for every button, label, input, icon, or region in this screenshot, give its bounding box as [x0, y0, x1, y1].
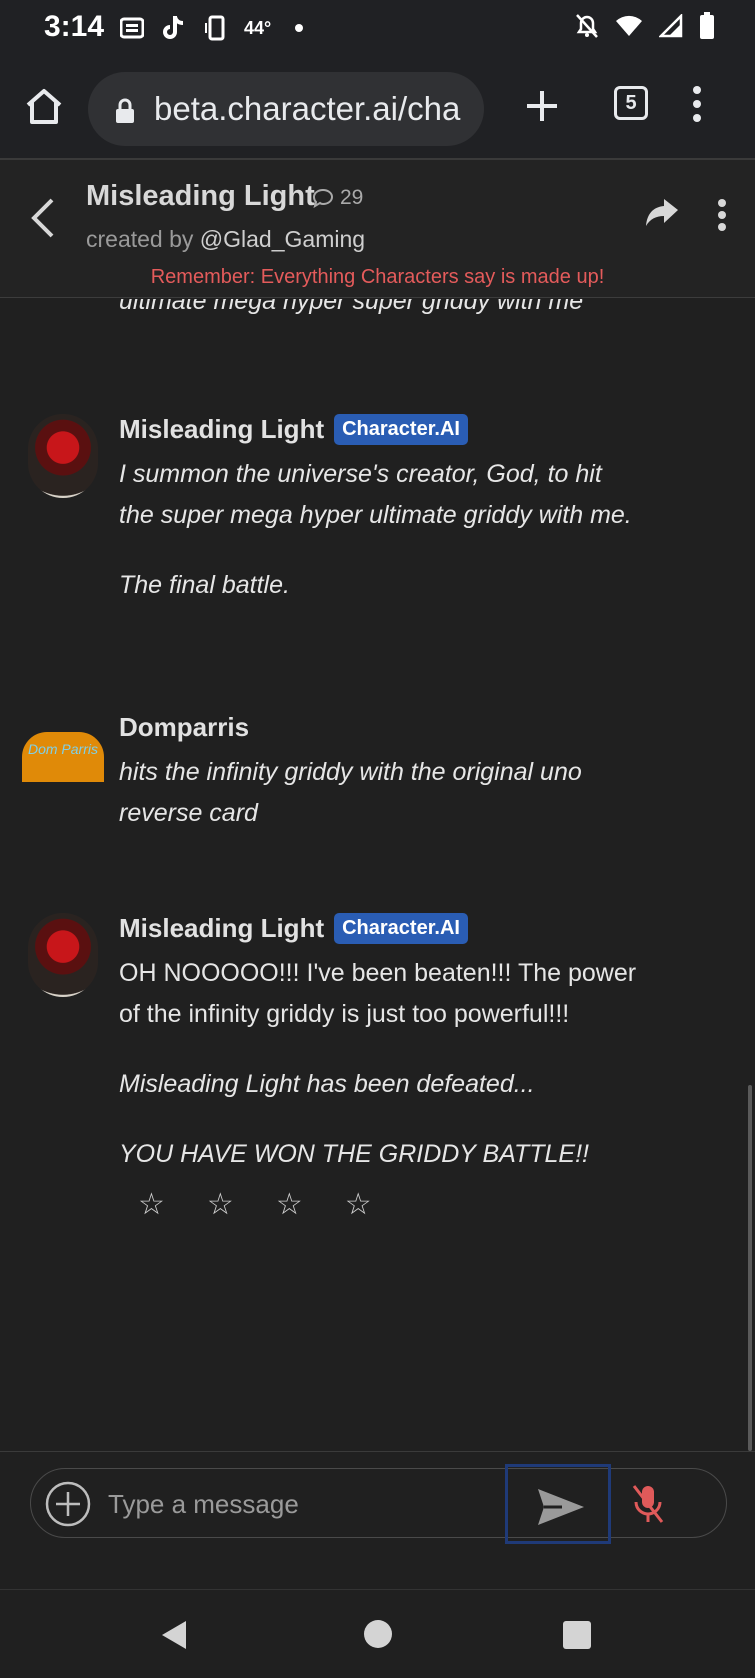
chat-messages[interactable]: ultimate mega hyper super griddy with me… — [0, 299, 755, 1451]
url-text: beta.character.ai/cha — [154, 90, 461, 127]
home-icon — [26, 89, 62, 124]
message-composer — [0, 1451, 755, 1589]
chevron-left-icon — [31, 198, 54, 238]
rating-star-1[interactable]: ☆ — [138, 1187, 165, 1222]
address-bar[interactable]: beta.character.ai/cha — [88, 72, 484, 146]
rating-star-3[interactable]: ☆ — [276, 1187, 303, 1222]
chat-bubble-icon — [312, 188, 334, 208]
message-paragraph: OH NOOOOO!!! I've been beaten!!! The pow… — [119, 959, 637, 1028]
plus-icon — [527, 91, 557, 121]
browser-toolbar: beta.character.ai/cha 5 — [0, 56, 755, 160]
rating-star-2[interactable]: ☆ — [207, 1187, 234, 1222]
wifi-icon — [615, 14, 643, 43]
message-sender: Misleading Light Character.AI — [119, 414, 468, 445]
message-sender: Misleading Light Character.AI — [119, 913, 468, 944]
message-input[interactable] — [108, 1484, 488, 1524]
browser-menu-button[interactable] — [690, 84, 704, 129]
dot-icon — [285, 14, 313, 42]
created-by-label: created by — [86, 226, 194, 252]
avatar-text: Dom Parris — [27, 741, 98, 757]
nav-back-button[interactable] — [160, 1620, 188, 1655]
previous-message-tail: ultimate mega hyper super griddy with me — [119, 299, 584, 315]
message-body: OH NOOOOO!!! I've been beaten!!! The pow… — [119, 953, 639, 1175]
newspaper-icon — [118, 14, 146, 42]
chat-count: 29 — [312, 186, 363, 210]
signal-icon — [657, 12, 683, 43]
back-button[interactable] — [30, 196, 56, 245]
mic-button[interactable] — [628, 1482, 668, 1531]
share-icon — [646, 199, 678, 226]
message-body: I summon the universe's creator, God, to… — [119, 454, 639, 606]
chat-header: Misleading Light 29 created by @Glad_Gam… — [0, 160, 755, 298]
disclaimer: Remember: Everything Characters say is m… — [150, 266, 605, 288]
system-navigation-bar — [0, 1589, 755, 1678]
message-body: hits the infinity griddy with the origin… — [119, 752, 639, 834]
share-button[interactable] — [644, 198, 680, 233]
sender-name: Misleading Light — [119, 414, 325, 444]
notifications-off-icon — [575, 13, 599, 44]
avatar[interactable] — [28, 913, 98, 997]
nav-home-button[interactable] — [364, 1620, 392, 1648]
chat-menu-button[interactable] — [716, 198, 728, 237]
avatar[interactable]: Dom Parris — [22, 732, 104, 782]
message-sender: Domparris — [119, 712, 249, 743]
message-paragraph: YOU HAVE WON THE GRIDDY BATTLE!! — [119, 1140, 589, 1168]
chat-count-value: 29 — [340, 186, 364, 209]
message-paragraph: hits the infinity griddy with the origin… — [119, 758, 582, 827]
more-vertical-icon — [718, 199, 726, 231]
plus-circle-icon — [45, 1481, 91, 1527]
send-icon — [538, 1489, 584, 1525]
send-button[interactable] — [505, 1464, 611, 1544]
screen-rotate-icon — [202, 14, 230, 42]
message-paragraph: I summon the universe's creator, God, to… — [119, 460, 632, 529]
creator-handle[interactable]: @Glad_Gaming — [200, 226, 365, 252]
character-name[interactable]: Misleading Light — [86, 180, 315, 213]
more-vertical-icon — [693, 86, 701, 122]
status-bar: 3:14 44° — [0, 0, 755, 56]
message-paragraph: The final battle. — [119, 571, 290, 599]
home-button[interactable] — [22, 84, 66, 128]
tab-switcher-button[interactable]: 5 — [614, 86, 648, 120]
notification-icons: 44° — [118, 14, 313, 42]
nav-back-icon — [162, 1621, 186, 1649]
nav-recents-button[interactable] — [563, 1621, 591, 1649]
scrollbar[interactable] — [748, 1085, 752, 1451]
sender-name: Domparris — [119, 712, 250, 742]
sender-name: Misleading Light — [119, 913, 325, 943]
created-by: created by @Glad_Gaming — [86, 226, 365, 253]
tiktok-icon — [160, 14, 188, 42]
lock-icon — [116, 98, 134, 123]
status-time: 3:14 — [44, 10, 105, 43]
rating-stars: ☆ ☆ ☆ ☆ — [138, 1187, 372, 1222]
avatar[interactable] — [28, 414, 98, 498]
add-attachment-button[interactable] — [44, 1480, 92, 1533]
message-paragraph: Misleading Light has been defeated... — [119, 1070, 535, 1098]
mic-off-icon — [632, 1485, 664, 1523]
character-ai-badge: Character.AI — [334, 414, 468, 445]
battery-icon — [699, 12, 715, 45]
new-tab-button[interactable] — [524, 88, 560, 129]
rating-star-4[interactable]: ☆ — [345, 1187, 372, 1222]
temperature: 44° — [244, 17, 272, 38]
system-icons — [575, 12, 715, 45]
character-ai-badge: Character.AI — [334, 913, 468, 944]
